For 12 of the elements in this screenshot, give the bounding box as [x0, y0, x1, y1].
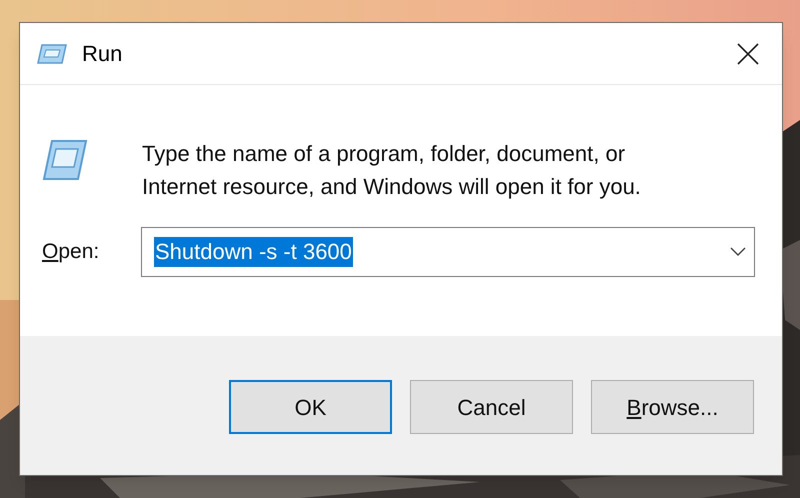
instruction-text: Type the name of a program, folder, document, or Internet resource, and Windows will open it for you. [142, 140, 642, 201]
open-label: Open: [42, 239, 100, 266]
dropdown-chevron-icon[interactable] [730, 247, 746, 257]
run-icon [42, 139, 88, 181]
run-icon [36, 42, 68, 64]
close-icon [737, 42, 759, 64]
window-title: Run [82, 40, 122, 68]
command-combobox[interactable]: Shutdown -s -t 3600 [141, 227, 755, 277]
dialog-button[interactable]: Cancel [410, 380, 573, 434]
dialog-button[interactable]: OK [229, 380, 392, 434]
dialog-button[interactable]: Browse... [591, 380, 754, 434]
command-input[interactable]: Shutdown -s -t 3600 [154, 237, 353, 267]
